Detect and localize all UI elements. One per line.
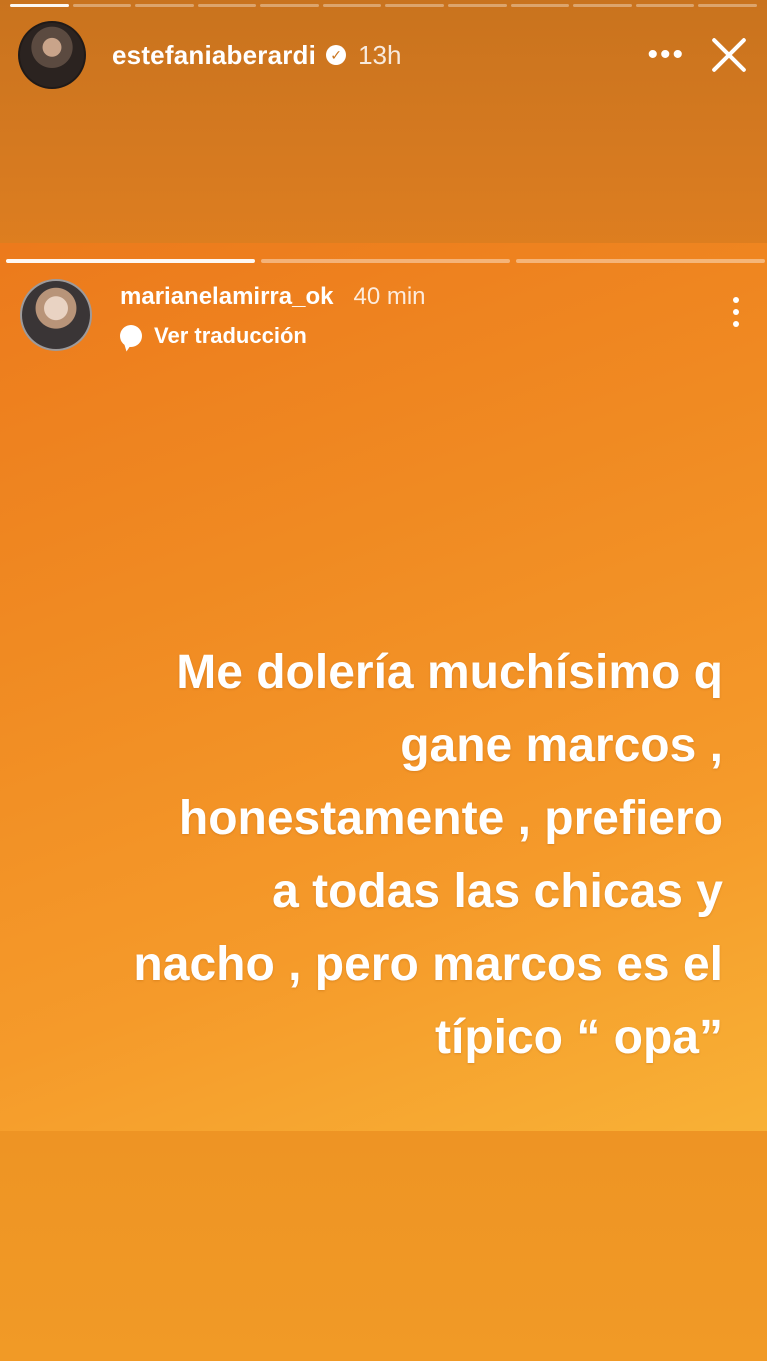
progress-segment (635, 4, 695, 7)
avatar (20, 279, 92, 351)
progress-segment (261, 259, 510, 263)
story-background-bottom (0, 1131, 767, 1361)
story-header: estefaniaberardi ✓ 13h ••• (18, 21, 749, 89)
story-progress-bar (10, 4, 757, 7)
progress-segment (197, 4, 257, 7)
story-username[interactable]: estefaniaberardi (112, 40, 316, 71)
avatar[interactable] (18, 21, 86, 89)
vertical-more-icon (733, 279, 747, 327)
progress-segment (322, 4, 382, 7)
see-translation-button: Ver traducción (120, 323, 426, 349)
progress-segment (573, 4, 632, 7)
story-text-line: típico “ opa” (435, 1011, 723, 1064)
progress-segment (260, 4, 319, 7)
story-text-line: honestamente , prefiero (178, 792, 723, 845)
embedded-story-header: marianelamirra_ok 40 min Ver traducción (20, 279, 747, 351)
story-actions: ••• (647, 35, 749, 75)
story-viewer: estefaniaberardi ✓ 13h ••• marianelamirr… (0, 0, 767, 1361)
close-icon[interactable] (709, 35, 749, 75)
verified-badge-icon: ✓ (326, 45, 347, 65)
progress-segment (135, 4, 194, 7)
progress-segment (516, 259, 765, 263)
embedded-timestamp: 40 min (353, 283, 426, 310)
embedded-username: marianelamirra_ok (120, 283, 334, 310)
progress-segment (698, 4, 757, 7)
story-text-line: nacho , pero marcos es el (133, 938, 723, 991)
story-text-line: a todas las chicas y (272, 865, 723, 918)
see-translation-label: Ver traducción (154, 323, 307, 348)
story-timestamp: 13h (358, 39, 402, 70)
embedded-story-screenshot: marianelamirra_ok 40 min Ver traducción … (0, 243, 767, 1131)
embedded-progress-bar (6, 259, 765, 263)
story-text-line: gane marcos , (400, 719, 723, 772)
embedded-story-meta: marianelamirra_ok 40 min Ver traducción (120, 279, 426, 349)
story-text-line: Me dolería muchísimo q (176, 646, 723, 699)
progress-segment (6, 259, 255, 263)
progress-segment (510, 4, 570, 7)
embedded-user-line: marianelamirra_ok 40 min (120, 279, 426, 311)
progress-segment (448, 4, 507, 7)
progress-segment (385, 4, 445, 7)
progress-segment (72, 4, 132, 7)
story-text: Me dolería muchísimo q gane marcos , hon… (43, 636, 723, 1074)
progress-segment (10, 4, 69, 7)
more-options-icon[interactable]: ••• (647, 40, 685, 70)
speech-bubble-icon (120, 325, 142, 347)
